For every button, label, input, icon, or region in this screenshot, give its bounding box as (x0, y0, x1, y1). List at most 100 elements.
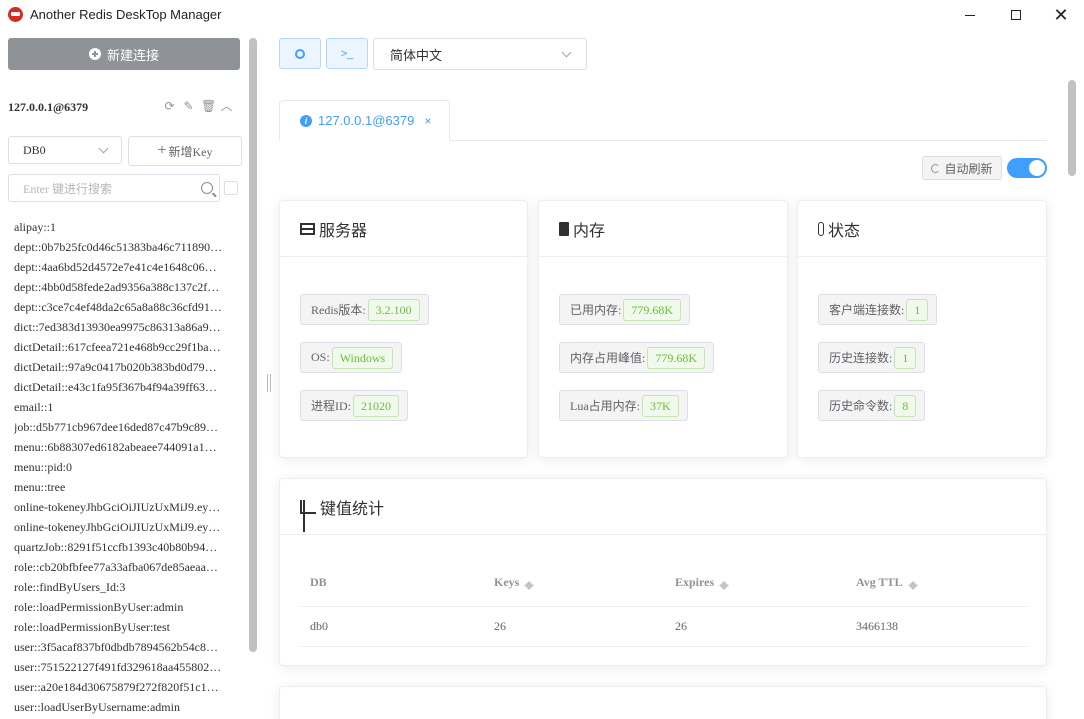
header-label: Keys (494, 574, 520, 589)
minimize-button[interactable] (947, 0, 993, 30)
language-select[interactable]: 简体中文 (373, 38, 587, 70)
title-bar: Another Redis DeskTop Manager ✕ (0, 0, 1084, 30)
thermometer-icon (818, 221, 824, 236)
stat-value: 1 (906, 298, 929, 321)
used-memory-row: 已用内存: 779.68K (559, 294, 691, 325)
close-window-button[interactable]: ✕ (1038, 0, 1084, 30)
key-list-item[interactable]: dept::c3ce7c4ef48da2c65a8a88c36cfd91… (14, 297, 242, 317)
stat-label: Redis版本: (311, 303, 366, 317)
process-id-row: 进程ID: 21020 (300, 390, 408, 421)
column-header-avg-ttl[interactable]: Avg TTL (846, 559, 1028, 607)
total-connections-row: 历史连接数: 1 (818, 342, 926, 373)
sidebar: 新建连接 127.0.0.1@6379 ⟳ ✎ 🗑 ︿ DB0 + 新增Key … (0, 30, 260, 719)
connection-actions: ⟳ ✎ 🗑 ︿ (163, 100, 233, 113)
key-list-item[interactable]: dept::4bb0d58fede2ad9356a388c137c2f… (14, 277, 242, 297)
stat-label: 已用内存: (570, 303, 622, 317)
bar-chart-icon (300, 499, 316, 532)
stat-label: OS: (311, 350, 330, 364)
panel-splitter-handle[interactable] (267, 374, 271, 392)
memory-chip-icon (559, 221, 569, 236)
add-key-button[interactable]: + 新增Key (128, 136, 242, 166)
info-icon: i (300, 114, 312, 127)
key-list-item[interactable]: quartzJob::8291f51ccfb1393c40b80b94… (14, 537, 242, 557)
auto-refresh-button[interactable]: 自动刷新 (922, 156, 1002, 180)
db-select[interactable]: DB0 (8, 136, 122, 164)
lua-memory-row: Lua占用内存: 37K (559, 390, 688, 421)
sidebar-scrollbar[interactable] (249, 38, 257, 652)
redis-info-card (279, 686, 1047, 719)
key-list-item[interactable]: role::loadPermissionByUser:test (14, 617, 242, 637)
language-value: 简体中文 (390, 47, 443, 63)
key-list-item[interactable]: role::loadPermissionByUser:admin (14, 597, 242, 617)
key-list-item[interactable]: email::1 (14, 397, 242, 417)
key-list-item[interactable]: job::d5b771cb967dee16ded87c47b9c89… (14, 417, 242, 437)
key-list-item[interactable]: alipay::1 (14, 217, 242, 237)
add-key-label: 新增Key (168, 144, 213, 159)
sort-icon[interactable] (719, 576, 730, 590)
key-list-item[interactable]: dictDetail::617cfeea721e468b9cc29f1ba… (14, 337, 242, 357)
key-list-item[interactable]: role::findByUsers_Id:3 (14, 577, 242, 597)
search-placeholder: Enter 键进行搜索 (23, 181, 112, 196)
stat-label: 历史连接数: (829, 351, 893, 365)
tab-close-icon[interactable]: × (424, 114, 431, 128)
key-list-item[interactable]: dict::7ed383d13930ea9975c86313a86a9… (14, 317, 242, 337)
chevron-down-icon (98, 143, 109, 153)
maximize-button[interactable] (993, 0, 1039, 30)
key-search-input[interactable]: Enter 键进行搜索 (8, 174, 220, 202)
key-list-item[interactable]: dictDetail::97a9c0417b020b383bd0d79… (14, 357, 242, 377)
sort-icon[interactable] (524, 576, 535, 590)
server-card-header: 服务器 (280, 201, 527, 257)
table-cell: 26 (665, 606, 846, 647)
table-cell: db0 (300, 606, 484, 647)
memory-card-header: 内存 (539, 201, 787, 257)
key-list-item[interactable]: user::loadUserByUsername:admin (14, 697, 242, 717)
sort-icon[interactable] (907, 576, 918, 590)
refresh-icon[interactable]: ⟳ (163, 100, 176, 113)
key-list-item[interactable]: dictDetail::e43c1fa95f367b4f94a39ff63… (14, 377, 242, 397)
client-connections-row: 客户端连接数: 1 (818, 294, 938, 325)
terminal-button[interactable]: >_ (326, 38, 368, 69)
key-stats-card: 键值统计 DB Keys Expires Avg TTL db0 26 26 3… (279, 478, 1047, 666)
delete-icon[interactable]: 🗑 (201, 100, 216, 113)
connection-name[interactable]: 127.0.0.1@6379 (8, 100, 88, 115)
table-header-row: DB Keys Expires Avg TTL (300, 559, 1028, 607)
edit-icon[interactable]: ✎ (182, 100, 195, 113)
key-stats-card-header: 键值统计 (280, 479, 1046, 535)
os-row: OS: Windows (300, 342, 403, 373)
column-header-keys[interactable]: Keys (484, 559, 665, 607)
tab-connection-status[interactable]: i 127.0.0.1@6379 × (279, 100, 450, 141)
auto-refresh-toggle[interactable] (1007, 158, 1047, 178)
key-list-item[interactable]: online-tokeneyJhbGciOiJIUzUxMiJ9.ey… (14, 497, 242, 517)
collapse-icon[interactable]: ︿ (220, 100, 233, 113)
key-list-item[interactable]: dept::0b7b25fc0d46c51383ba46c711890… (14, 237, 242, 257)
key-list-item[interactable]: dept::4aa6bd52d4572e7e41c4e1648c06… (14, 257, 242, 277)
key-list-item[interactable]: menu::6b88307ed6182abeaee744091a1… (14, 437, 242, 457)
minimize-icon (965, 14, 975, 16)
exact-search-checkbox[interactable] (224, 181, 238, 195)
search-icon[interactable] (201, 182, 213, 194)
settings-button[interactable] (279, 38, 321, 69)
total-commands-row: 历史命令数: 8 (818, 390, 926, 421)
stat-label: 进程ID: (311, 399, 351, 413)
stat-label: 客户端连接数: (829, 303, 905, 317)
key-list-item[interactable]: online-tokeneyJhbGciOiJIUzUxMiJ9.ey… (14, 517, 242, 537)
new-connection-button[interactable]: 新建连接 (8, 38, 240, 70)
server-title: 服务器 (319, 222, 368, 240)
key-list-item[interactable]: user::a20e184d30675879f272f820f51c1… (14, 677, 242, 697)
status-title: 状态 (828, 222, 861, 240)
key-list-item[interactable]: menu::pid:0 (14, 457, 242, 477)
key-stats-title: 键值统计 (320, 500, 385, 518)
key-list-item[interactable]: user::3f5acaf837bf0dbdb7894562b54c8… (14, 637, 242, 657)
plus-icon: + (157, 142, 167, 159)
stat-value: 779.68K (647, 346, 706, 369)
key-list-item[interactable]: role::cb20bfbfee77a33afba067de85aeaa… (14, 557, 242, 577)
key-list-item[interactable]: user::751522127f491fd329618aa455802… (14, 657, 242, 677)
auto-refresh-label: 自动刷新 (944, 161, 993, 176)
column-header-expires[interactable]: Expires (665, 559, 846, 607)
main-scrollbar[interactable] (1068, 80, 1076, 176)
stat-label: Lua占用内存: (570, 399, 640, 413)
header-label: DB (310, 574, 327, 589)
key-list-item[interactable]: menu::tree (14, 477, 242, 497)
db-select-value: DB0 (23, 142, 46, 157)
stat-label: 内存占用峰值: (570, 351, 646, 365)
